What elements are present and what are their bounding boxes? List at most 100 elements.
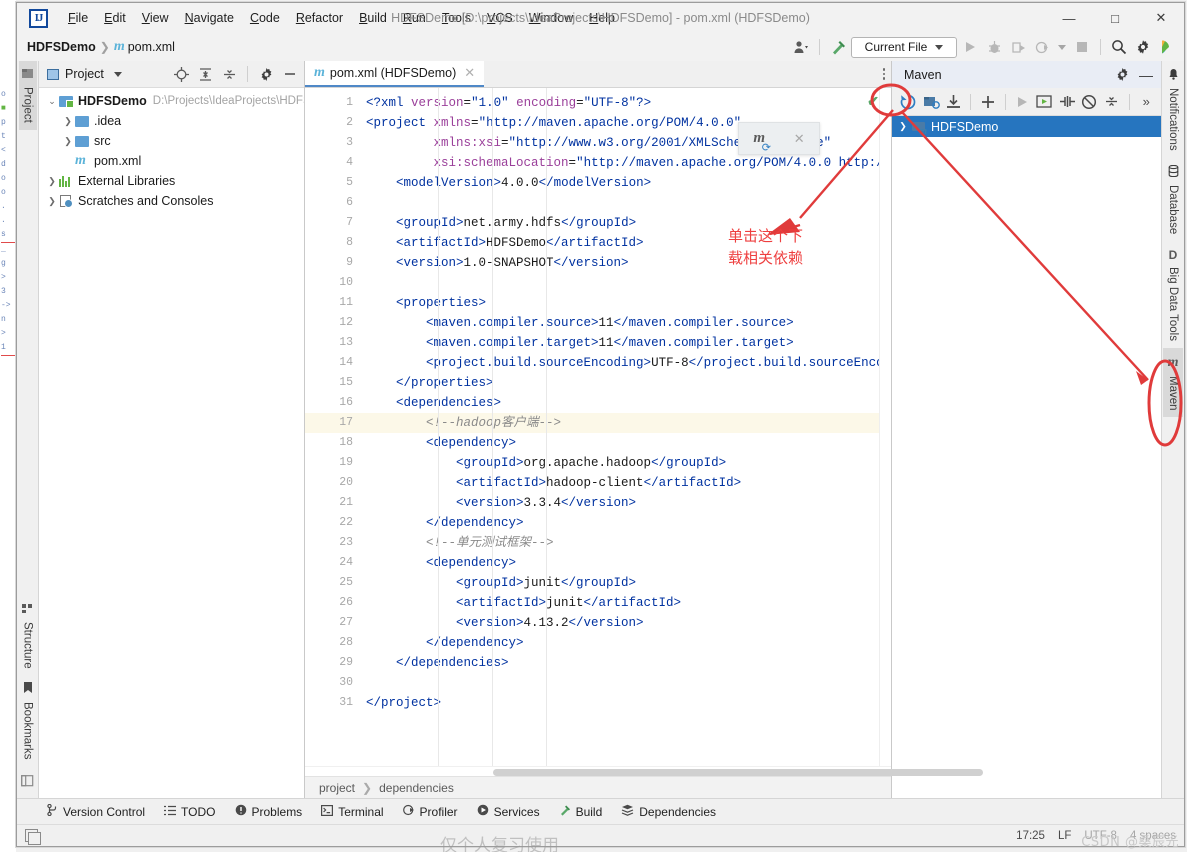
menu-item-view[interactable]: View: [134, 7, 177, 29]
code-line[interactable]: </dependencies>: [366, 653, 891, 673]
code-line[interactable]: xsi:schemaLocation="http://maven.apache.…: [366, 153, 891, 173]
run-button[interactable]: [959, 36, 981, 58]
profile-button[interactable]: [1031, 36, 1053, 58]
horizontal-scrollbar[interactable]: [305, 766, 983, 776]
code-line[interactable]: <artifactId>junit</artifactId>: [366, 593, 891, 613]
close-button[interactable]: ✕: [1138, 3, 1184, 33]
code-line[interactable]: </project>: [366, 693, 891, 713]
chevron-right-icon[interactable]: ❯: [896, 121, 910, 132]
tree-row[interactable]: ⌄ HDFSDemo D:\Projects\IdeaProjects\HDFS: [39, 91, 304, 111]
code-viewport[interactable]: 1 2− 3 4 5 6 7 8 9 10 11− 12 13 14 15−16−1718− 19 20 21 22…: [305, 88, 891, 766]
code-line[interactable]: <project.build.sourceEncoding>UTF-8</pro…: [366, 353, 891, 373]
code-line[interactable]: <version>4.13.2</version>: [366, 613, 891, 633]
sidebar-item-bookmarks[interactable]: Bookmarks: [18, 675, 37, 767]
add-maven-project-button[interactable]: [977, 91, 998, 113]
breadcrumb-project[interactable]: HDFSDemo: [27, 40, 96, 54]
bottom-tab-problems[interactable]: Problems: [227, 801, 311, 822]
updates-icon[interactable]: [1156, 36, 1178, 58]
menu-item-build[interactable]: Build: [351, 7, 395, 29]
tree-row[interactable]: ❯ src: [39, 131, 304, 151]
breadcrumb-file[interactable]: pom.xml: [128, 40, 175, 54]
skip-tests-button[interactable]: [1056, 91, 1077, 113]
bottom-tab-build[interactable]: Build: [551, 801, 611, 822]
bottom-tab-dependencies[interactable]: Dependencies: [613, 801, 724, 822]
editor-tab-pom-xml[interactable]: m pom.xml (HDFSDemo) ✕: [305, 61, 485, 87]
gear-icon[interactable]: [1132, 36, 1154, 58]
code-line[interactable]: <maven.compiler.target>11</maven.compile…: [366, 333, 891, 353]
more-toolbar-actions-button[interactable]: »: [1136, 91, 1157, 113]
stop-button[interactable]: [1071, 36, 1093, 58]
download-sources-button[interactable]: [943, 91, 964, 113]
code-line[interactable]: <!--hadoop客户端-->: [361, 413, 891, 433]
collapse-all-icon[interactable]: [218, 63, 240, 85]
code-line[interactable]: <version>3.3.4</version>: [366, 493, 891, 513]
bottom-tab-version-control[interactable]: Version Control: [39, 801, 153, 822]
sidebar-item-notifications[interactable]: Notifications: [1163, 61, 1183, 158]
menu-item-navigate[interactable]: Navigate: [177, 7, 242, 29]
code-line[interactable]: <dependencies>: [366, 393, 891, 413]
code-line[interactable]: <!--单元测试框架-->: [366, 533, 891, 553]
more-options-icon[interactable]: [882, 68, 885, 80]
breadcrumb-project-node[interactable]: project: [319, 781, 355, 795]
code-line[interactable]: <groupId>junit</groupId>: [366, 573, 891, 593]
chevron-right-icon[interactable]: ❯: [45, 196, 59, 207]
sidebar-item-big-data-tools[interactable]: D Big Data Tools: [1163, 241, 1183, 348]
chevron-right-icon[interactable]: ❯: [45, 176, 59, 187]
menu-item-edit[interactable]: Edit: [96, 7, 134, 29]
search-icon[interactable]: [1108, 36, 1130, 58]
scrollbar-thumb[interactable]: [493, 769, 983, 776]
code-line[interactable]: </properties>: [366, 373, 891, 393]
code-line[interactable]: <groupId>org.apache.hadoop</groupId>: [366, 453, 891, 473]
close-icon[interactable]: ✕: [794, 131, 805, 147]
code-line[interactable]: <artifactId>hadoop-client</artifactId>: [366, 473, 891, 493]
menu-item-vcs[interactable]: VCS: [479, 7, 521, 29]
code-line[interactable]: [366, 193, 891, 213]
close-icon[interactable]: ✕: [464, 65, 475, 81]
account-icon[interactable]: [790, 36, 812, 58]
sidebar-item-project[interactable]: Project: [18, 61, 37, 130]
chevron-right-icon[interactable]: ❯: [61, 136, 75, 147]
run-with-coverage-button[interactable]: [1007, 36, 1029, 58]
toggle-offline-mode-button[interactable]: [1079, 91, 1100, 113]
hide-panel-button[interactable]: —: [1135, 64, 1157, 86]
code-line[interactable]: <version>1.0-SNAPSHOT</version>: [366, 253, 891, 273]
code-line[interactable]: <dependency>: [366, 433, 891, 453]
menu-item-help[interactable]: Help: [581, 7, 623, 29]
code-line[interactable]: <groupId>net.army.hdfs</groupId>: [366, 213, 891, 233]
breadcrumb-dependencies-node[interactable]: dependencies: [379, 781, 454, 795]
minimize-button[interactable]: —: [1046, 3, 1092, 33]
chevron-right-icon[interactable]: ❯: [61, 116, 75, 127]
menu-item-code[interactable]: Code: [242, 7, 288, 29]
code-line[interactable]: <?xml version="1.0" encoding="UTF-8"?>: [366, 93, 891, 113]
sidebar-item-structure[interactable]: Structure: [18, 596, 37, 676]
tree-row[interactable]: ❯ Scratches and Consoles: [39, 191, 304, 211]
execute-maven-goal-button[interactable]: [1034, 91, 1055, 113]
code-line[interactable]: [366, 273, 891, 293]
gear-icon[interactable]: [1111, 64, 1133, 86]
code-line[interactable]: <properties>: [366, 293, 891, 313]
generate-sources-button[interactable]: [920, 91, 941, 113]
hide-panel-button[interactable]: [279, 63, 301, 85]
layout-icon[interactable]: [25, 829, 41, 845]
bottom-tab-profiler[interactable]: Profiler: [395, 801, 466, 822]
code-line[interactable]: <artifactId>HDFSDemo</artifactId>: [366, 233, 891, 253]
inspection-ok-icon[interactable]: ✔: [867, 93, 879, 110]
tree-row[interactable]: ❯ .idea: [39, 111, 304, 131]
locate-icon[interactable]: [170, 63, 192, 85]
sidebar-item-database[interactable]: Database: [1163, 158, 1183, 241]
run-maven-build-button[interactable]: [1012, 91, 1033, 113]
line-number-gutter[interactable]: 1 2− 3 4 5 6 7 8 9 10 11− 12 13 14 15−16−1718− 19 20 21 22…: [305, 88, 370, 766]
status-line-separator[interactable]: LF: [1058, 830, 1071, 842]
collapse-all-button[interactable]: [1101, 91, 1122, 113]
tree-row[interactable]: ❯ External Libraries: [39, 171, 304, 191]
maximize-button[interactable]: □: [1092, 3, 1138, 33]
maven-reload-popup[interactable]: m ✕: [738, 122, 820, 155]
gear-icon[interactable]: [255, 63, 277, 85]
status-indent[interactable]: 4 spaces: [1130, 830, 1176, 842]
bottom-tab-services[interactable]: Services: [469, 801, 548, 822]
code-line[interactable]: [366, 673, 891, 693]
code-line[interactable]: <dependency>: [366, 553, 891, 573]
bottom-tab-todo[interactable]: TODO: [156, 802, 223, 822]
tree-row[interactable]: m pom.xml: [39, 151, 304, 171]
code-line[interactable]: <modelVersion>4.0.0</modelVersion>: [366, 173, 891, 193]
